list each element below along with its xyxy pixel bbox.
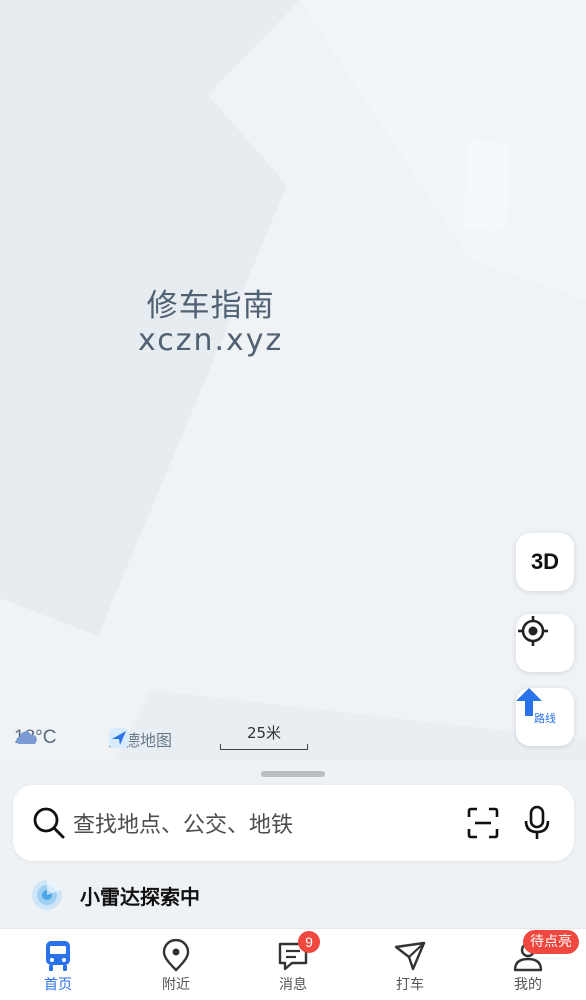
bottom-sheet: 查找地点、公交、地铁 小雷达探索中 (0, 760, 586, 930)
location-pin-icon (162, 939, 190, 972)
tab-home-label: 首页 (44, 977, 72, 993)
tab-messages-label: 消息 (279, 977, 307, 993)
tab-taxi-label: 打车 (396, 977, 424, 993)
cloud-icon (16, 731, 37, 744)
scale-bar (220, 744, 308, 750)
3d-toggle-button[interactable]: 3D (516, 533, 574, 591)
radar-label: 小雷达探索中 (80, 884, 200, 909)
map-view[interactable]: 修车指南 xczn.xyz 3D 路线 18°C 高德地图 (0, 0, 586, 790)
tab-taxi[interactable]: 打车 (360, 929, 460, 1000)
messages-badge: 9 (298, 931, 320, 953)
radar-row[interactable]: 小雷达探索中 (30, 878, 200, 912)
amap-logo-icon (109, 728, 129, 748)
watermark-title: 修车指南 (146, 288, 275, 324)
scan-icon[interactable] (466, 806, 500, 840)
3d-label: 3D (530, 549, 560, 574)
locate-button[interactable] (516, 614, 574, 672)
watermark-url: xczn.xyz (138, 323, 284, 358)
tab-nearby[interactable]: 附近 (126, 929, 226, 1000)
search-placeholder[interactable]: 查找地点、公交、地铁 (73, 807, 466, 839)
search-bar[interactable]: 查找地点、公交、地铁 (13, 785, 574, 861)
tab-messages[interactable]: 消息 9 (243, 929, 343, 1000)
weather-widget[interactable]: 18°C (14, 727, 56, 749)
bus-icon (46, 941, 70, 971)
profile-badge: 待点亮 (523, 930, 579, 954)
crosshair-icon (518, 616, 548, 646)
map-background (0, 0, 586, 790)
tab-nearby-label: 附近 (162, 977, 190, 993)
tab-profile-label: 我的 (514, 977, 542, 993)
scale-label: 25米 (246, 724, 282, 742)
microphone-icon[interactable] (522, 805, 552, 841)
tab-bar: 首页 附近 消息 9 打车 我的 (0, 928, 586, 1000)
sheet-drag-handle[interactable] (261, 771, 325, 777)
route-arrow-icon (516, 688, 542, 716)
tab-home[interactable]: 首页 (8, 929, 108, 1000)
route-button[interactable]: 路线 (516, 688, 574, 746)
map-brand: 高德地图 (108, 727, 172, 751)
taxi-arrow-icon (394, 941, 426, 971)
watermark: 修车指南 xczn.xyz (138, 288, 283, 358)
radar-icon (32, 880, 62, 910)
search-icon (33, 807, 65, 839)
map-scale: 25米 (220, 722, 308, 750)
